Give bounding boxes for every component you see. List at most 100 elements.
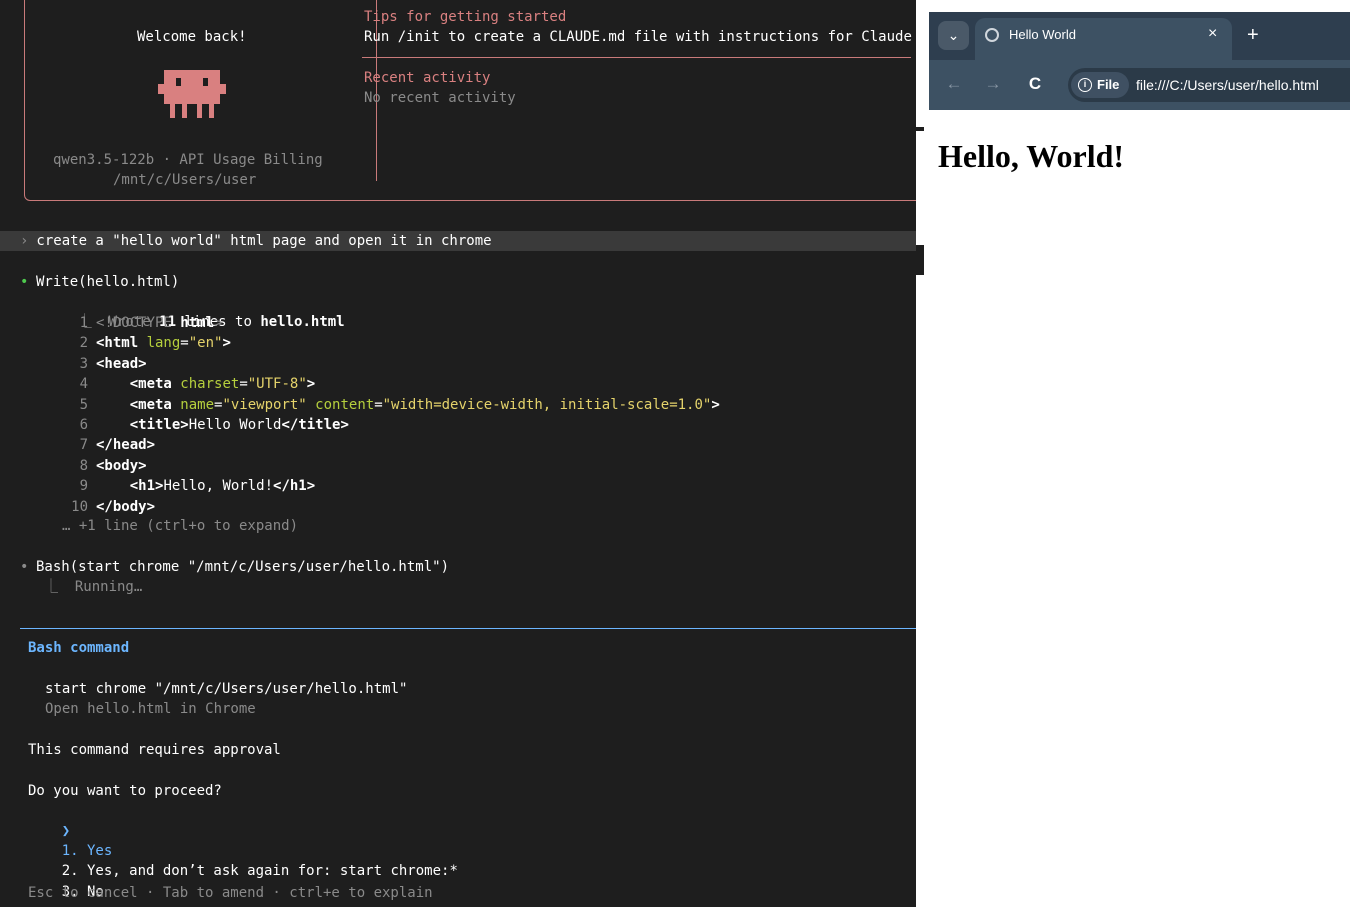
- bash-bullet: •: [20, 559, 29, 575]
- close-icon[interactable]: ×: [1208, 24, 1217, 44]
- code-token: >: [222, 335, 231, 351]
- code-token: "viewport": [222, 397, 316, 413]
- code-token: content: [315, 397, 375, 413]
- browser-toolbar: ← → C i File file:///C:/Users/user/hello…: [929, 60, 1350, 110]
- welcome-title: Welcome back!: [137, 29, 247, 45]
- expand-hint[interactable]: … +1 line (ctrl+o to expand): [62, 516, 298, 536]
- address-bar[interactable]: i File file:///C:/Users/user/hello.html: [1068, 68, 1350, 102]
- permission-description: Open hello.html in Chrome: [45, 701, 256, 717]
- code-line-number: 5: [79, 397, 88, 413]
- scroll-mark: [916, 127, 924, 131]
- recent-activity-text: No recent activity: [364, 90, 516, 106]
- code-line-number: 8: [79, 458, 88, 474]
- permission-footer: Esc to cancel · Tab to amend · ctrl+e to…: [28, 885, 433, 901]
- terminal-window: Welcome back! qwen3.5-122b · API Usage B…: [0, 0, 916, 907]
- code-line: 2 <html lang="en">: [62, 333, 231, 353]
- code-token: </head>: [96, 437, 156, 453]
- site-info-chip[interactable]: i File: [1071, 72, 1129, 98]
- code-token: html: [180, 315, 215, 331]
- code-token: =: [180, 335, 189, 351]
- window-gap: [916, 0, 929, 907]
- code-token: <meta: [96, 376, 181, 392]
- bash-status: ⎿ Running…: [44, 579, 143, 595]
- tips-divider: [362, 57, 911, 58]
- write-result: ⎿ Wrote 11 lines to hello.html: [44, 292, 345, 330]
- code-line: 3 <head>: [62, 354, 147, 374]
- tab-strip: ⌄ Hello World × +: [929, 12, 1350, 60]
- code-line: 7 </head>: [62, 435, 155, 455]
- url-text[interactable]: file:///C:/Users/user/hello.html: [1136, 76, 1319, 94]
- code-token: >: [306, 376, 316, 392]
- recent-activity-heading: Recent activity: [364, 70, 491, 86]
- permission-question: Do you want to proceed?: [28, 783, 222, 799]
- option-no[interactable]: 3. No: [28, 842, 104, 900]
- code-line: 5 <meta name="viewport" content="width=d…: [62, 395, 720, 415]
- tab-hello-world[interactable]: Hello World ×: [975, 18, 1232, 60]
- permission-divider: [20, 628, 916, 629]
- reload-icon[interactable]: C: [1024, 73, 1046, 95]
- code-line: 9 <h1>Hello, World!</h1>: [62, 476, 316, 496]
- code-line: 8 <body>: [62, 456, 147, 476]
- code-token: "UTF-8": [247, 376, 307, 392]
- forward-arrow-icon[interactable]: →: [982, 73, 1004, 95]
- code-token: <meta: [96, 397, 181, 413]
- code-line: 10 </body>: [62, 497, 155, 517]
- option-pointer-blank: [62, 864, 70, 880]
- prompt-text: create a "hello world" html page and ope…: [28, 233, 492, 249]
- site-chip-label: File: [1097, 77, 1120, 92]
- write-call: Write(hello.html): [36, 274, 180, 290]
- code-token: </title>: [281, 417, 349, 433]
- tab-search-button[interactable]: ⌄: [938, 21, 969, 50]
- code-token: lang: [146, 335, 181, 351]
- write-bullet: •: [20, 274, 29, 290]
- mascot-icon: [158, 70, 226, 118]
- tips-heading: Tips for getting started: [364, 9, 567, 25]
- code-token: Hello, World!: [163, 478, 274, 494]
- code-token: </h1>: [273, 478, 316, 494]
- bash-call: Bash(start chrome "/mnt/c/Users/user/hel…: [36, 559, 450, 575]
- write-result-file: hello.html: [260, 314, 345, 330]
- code-token: charset: [180, 376, 240, 392]
- code-token: name: [180, 397, 215, 413]
- code-token: <html: [96, 335, 147, 351]
- option-yes-dont-ask[interactable]: 2. Yes, and don’t ask again for: start c…: [28, 821, 458, 879]
- code-line-number: 4: [79, 376, 88, 392]
- code-line-number: 3: [79, 356, 88, 372]
- code-token: =: [239, 376, 248, 392]
- code-line-number: 2: [79, 335, 88, 351]
- option-yes[interactable]: ❯ 1. Yes: [28, 801, 113, 859]
- code-token: "width=device-width, initial-scale=1.0": [382, 397, 712, 413]
- new-tab-button[interactable]: +: [1247, 23, 1259, 47]
- working-directory: /mnt/c/Users/user: [113, 172, 257, 188]
- code-token: =: [374, 397, 383, 413]
- code-line-number: 6: [79, 417, 88, 433]
- code-token: <h1>: [96, 478, 164, 494]
- code-line: 1 <!DOCTYPE html>: [62, 313, 223, 333]
- user-prompt: › create a "hello world" html page and o…: [0, 231, 916, 251]
- permission-notice: This command requires approval: [28, 742, 281, 758]
- code-token: >: [711, 397, 720, 413]
- code-line: 6 <title>Hello World</title>: [62, 415, 349, 435]
- info-icon: i: [1078, 78, 1092, 92]
- tab-title: Hello World: [1009, 27, 1076, 42]
- code-line-number: 1: [79, 315, 88, 331]
- code-line-number: 9: [79, 478, 88, 494]
- code-token: >: [214, 315, 223, 331]
- code-line-number: 10: [71, 499, 88, 515]
- code-line-number: 7: [79, 437, 88, 453]
- code-token: <body>: [96, 458, 147, 474]
- code-token: <head>: [96, 356, 147, 372]
- permission-title: Bash command: [28, 640, 130, 656]
- chevron-down-icon: ⌄: [947, 27, 960, 43]
- code-token: "en": [188, 335, 223, 351]
- permission-command: start chrome "/mnt/c/Users/user/hello.ht…: [45, 681, 408, 697]
- code-token: <title>: [96, 417, 189, 433]
- back-arrow-icon[interactable]: ←: [943, 73, 965, 95]
- option-yes-dont-ask-label: 2. Yes, and don’t ask again for: start c…: [61, 863, 458, 879]
- globe-icon: [985, 28, 999, 42]
- page-heading: Hello, World!: [938, 138, 1125, 174]
- code-token: <!DOCTYPE: [96, 315, 181, 331]
- code-token: </body>: [96, 499, 156, 515]
- tips-text: Run /init to create a CLAUDE.md file wit…: [364, 29, 912, 45]
- code-token: Hello World: [188, 417, 282, 433]
